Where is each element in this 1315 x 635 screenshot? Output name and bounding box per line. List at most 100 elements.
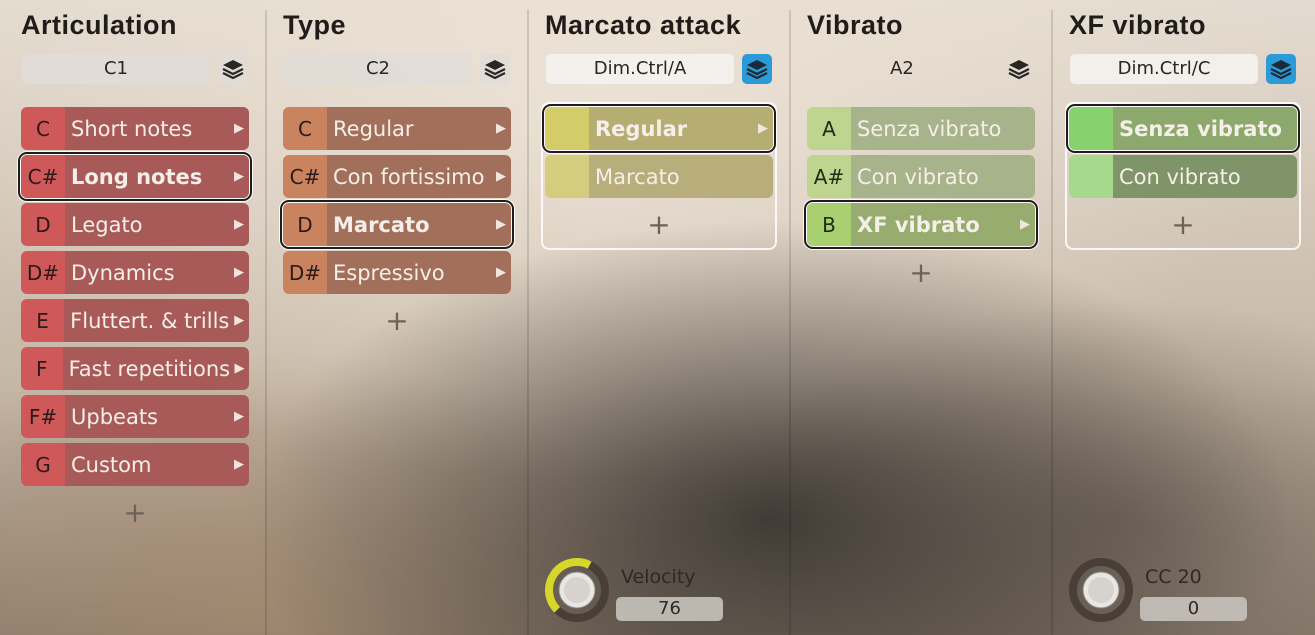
keyswitch-selector[interactable]: A2 bbox=[808, 54, 996, 84]
list-item[interactable]: D# Espressivo ▶ bbox=[283, 251, 511, 294]
chevron-right-icon: ▶ bbox=[229, 443, 249, 486]
item-label: Fast repetitions bbox=[62, 347, 231, 390]
layers-icon bbox=[746, 60, 768, 79]
column-type: Type C2 C Regular ▶ C# Con fortissimo ▶ … bbox=[262, 0, 524, 635]
item-key: A bbox=[807, 107, 851, 150]
keyswitch-selector[interactable]: C1 bbox=[22, 54, 210, 84]
list-item[interactable]: G Custom ▶ bbox=[21, 443, 249, 486]
item-key bbox=[545, 155, 589, 198]
chevron-right-icon: ▶ bbox=[753, 107, 773, 150]
knob-center bbox=[1088, 577, 1114, 603]
knob-center bbox=[564, 577, 590, 603]
item-label: Con fortissimo bbox=[327, 155, 491, 198]
list-item-selected[interactable]: Senza vibrato bbox=[1066, 104, 1300, 153]
knob-label: CC 20 bbox=[1145, 566, 1202, 588]
item-key: C bbox=[21, 107, 65, 150]
chevron-right-icon: ▶ bbox=[229, 203, 249, 246]
add-dimension-item-button[interactable]: + bbox=[647, 211, 671, 239]
item-key: A# bbox=[807, 155, 851, 198]
list-item[interactable]: Marcato bbox=[545, 155, 773, 198]
list-item-selected[interactable]: C# Long notes ▶ bbox=[18, 152, 252, 201]
item-label: Short notes bbox=[65, 107, 229, 150]
layers-icon bbox=[484, 60, 506, 79]
layer-button[interactable] bbox=[742, 54, 772, 84]
list-item[interactable]: A Senza vibrato bbox=[807, 107, 1035, 150]
item-key: D# bbox=[21, 251, 65, 294]
list-item-selected[interactable]: D Marcato ▶ bbox=[280, 200, 514, 249]
layer-button[interactable] bbox=[1266, 54, 1296, 84]
item-key: D# bbox=[283, 251, 327, 294]
list-item[interactable]: C# Con fortissimo ▶ bbox=[283, 155, 511, 198]
list-item-selected[interactable]: Regular ▶ bbox=[542, 104, 776, 153]
add-dimension-item-button[interactable]: + bbox=[1171, 211, 1195, 239]
item-key: G bbox=[21, 443, 65, 486]
item-key: D bbox=[21, 203, 65, 246]
item-label: Marcato bbox=[327, 203, 491, 246]
item-label: Regular bbox=[589, 107, 753, 150]
item-key: C# bbox=[21, 155, 65, 198]
knob-value-field[interactable]: 76 bbox=[616, 597, 723, 621]
controller-selector[interactable]: Dim.Ctrl/A bbox=[546, 54, 734, 84]
item-key: D bbox=[283, 203, 327, 246]
item-label: Espressivo bbox=[327, 251, 491, 294]
item-label: XF vibrato bbox=[851, 203, 1015, 246]
column-marcato-attack: Marcato attack Dim.Ctrl/A Regular ▶ Marc… bbox=[524, 0, 786, 635]
column-xf-vibrato: XF vibrato Dim.Ctrl/C Senza vibrato Con … bbox=[1048, 0, 1310, 635]
column-title: Marcato attack bbox=[545, 10, 742, 40]
item-label: Long notes bbox=[65, 155, 229, 198]
layers-icon bbox=[1008, 60, 1030, 79]
add-vibrato-button[interactable]: + bbox=[909, 259, 933, 287]
item-key bbox=[1069, 155, 1113, 198]
item-key: C bbox=[283, 107, 327, 150]
column-title: XF vibrato bbox=[1069, 10, 1207, 40]
item-key: B bbox=[807, 203, 851, 246]
add-type-button[interactable]: + bbox=[385, 307, 409, 335]
list-item[interactable]: A# Con vibrato bbox=[807, 155, 1035, 198]
knob-value-field[interactable]: 0 bbox=[1140, 597, 1247, 621]
list-item[interactable]: Con vibrato bbox=[1069, 155, 1297, 198]
list-item-selected[interactable]: B XF vibrato ▶ bbox=[804, 200, 1038, 249]
item-label: Senza vibrato bbox=[851, 107, 1035, 150]
item-label: Senza vibrato bbox=[1113, 107, 1297, 150]
chevron-right-icon: ▶ bbox=[229, 107, 249, 150]
chevron-right-icon: ▶ bbox=[229, 395, 249, 438]
chevron-right-icon: ▶ bbox=[491, 203, 511, 246]
item-key bbox=[545, 107, 589, 150]
list-item[interactable]: F# Upbeats ▶ bbox=[21, 395, 249, 438]
chevron-right-icon: ▶ bbox=[229, 251, 249, 294]
chevron-right-icon: ▶ bbox=[491, 107, 511, 150]
list-item[interactable]: C Regular ▶ bbox=[283, 107, 511, 150]
item-key: E bbox=[21, 299, 65, 342]
add-articulation-button[interactable]: + bbox=[123, 499, 147, 527]
chevron-right-icon: ▶ bbox=[230, 347, 249, 390]
column-articulation: Articulation C1 C Short notes ▶ C# Long … bbox=[0, 0, 262, 635]
list-item[interactable]: D# Dynamics ▶ bbox=[21, 251, 249, 294]
item-key: F# bbox=[21, 395, 65, 438]
layers-icon bbox=[1270, 60, 1292, 79]
controller-selector[interactable]: Dim.Ctrl/C bbox=[1070, 54, 1258, 84]
item-key bbox=[1069, 107, 1113, 150]
cc20-knob[interactable] bbox=[1069, 558, 1133, 622]
chevron-right-icon: ▶ bbox=[491, 155, 511, 198]
item-label: Fluttert. & trills bbox=[64, 299, 230, 342]
item-label: Regular bbox=[327, 107, 491, 150]
list-item[interactable]: E Fluttert. & trills ▶ bbox=[21, 299, 249, 342]
layer-button[interactable] bbox=[480, 54, 510, 84]
layer-button[interactable] bbox=[1004, 54, 1034, 84]
item-key: F bbox=[21, 347, 63, 390]
column-title: Type bbox=[283, 10, 347, 40]
item-label: Dynamics bbox=[65, 251, 229, 294]
item-label: Con vibrato bbox=[851, 155, 1035, 198]
item-label: Upbeats bbox=[65, 395, 229, 438]
column-vibrato: Vibrato A2 A Senza vibrato A# Con vibrat… bbox=[786, 0, 1048, 635]
chevron-right-icon: ▶ bbox=[229, 155, 249, 198]
list-item[interactable]: D Legato ▶ bbox=[21, 203, 249, 246]
list-item[interactable]: F Fast repetitions ▶ bbox=[21, 347, 249, 390]
velocity-knob[interactable] bbox=[545, 558, 609, 622]
chevron-right-icon: ▶ bbox=[229, 299, 249, 342]
list-item[interactable]: C Short notes ▶ bbox=[21, 107, 249, 150]
item-label: Legato bbox=[65, 203, 229, 246]
keyswitch-selector[interactable]: C2 bbox=[284, 54, 472, 84]
layer-button[interactable] bbox=[218, 54, 248, 84]
column-title: Articulation bbox=[21, 10, 178, 40]
